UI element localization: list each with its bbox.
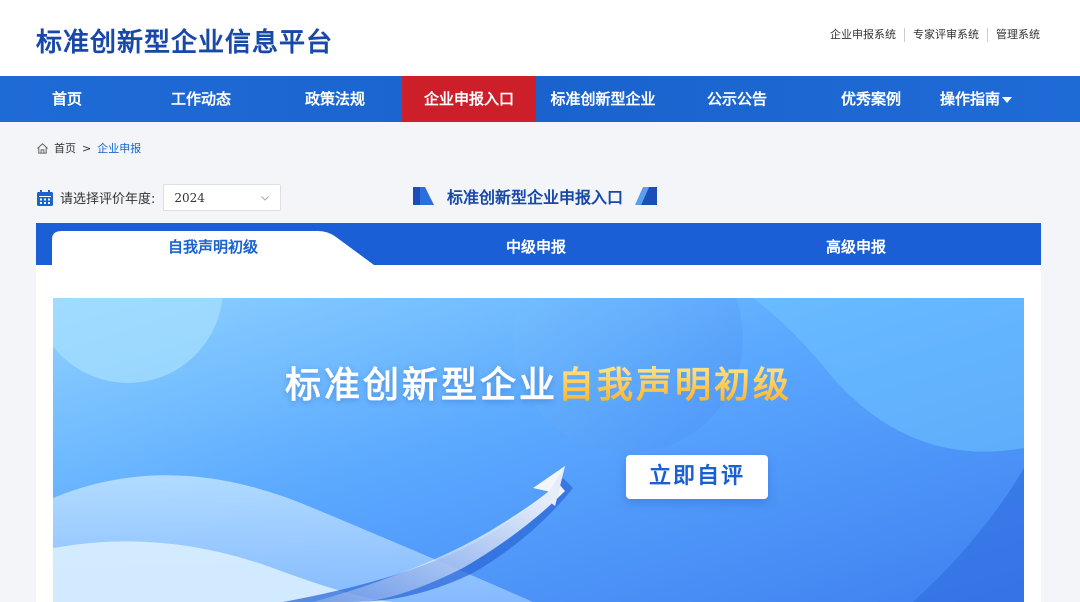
- apply-level-tabs: 自我声明初级 中级申报 高级申报: [36, 223, 1041, 265]
- nav-item-home[interactable]: 首页: [0, 76, 134, 122]
- link-expert-system[interactable]: 专家评审系统: [904, 28, 987, 42]
- breadcrumb-separator: >: [82, 141, 92, 155]
- tab-self-declaration[interactable]: 自我声明初级: [52, 223, 374, 265]
- self-assessment-banner[interactable]: 标准创新型企业自我声明初级 立即自评: [53, 298, 1024, 602]
- caret-down-icon: [1002, 96, 1013, 103]
- breadcrumb-current: 企业申报: [97, 142, 142, 155]
- top-links: 企业申报系统 专家评审系统 管理系统: [830, 28, 1040, 42]
- year-selector-row: 请选择评价年度: 2024: [36, 184, 282, 211]
- banner-title-part1: 标准创新型企业: [284, 365, 558, 406]
- year-select-value: 2024: [174, 190, 205, 205]
- tab-intermediate[interactable]: 中级申报: [456, 223, 616, 265]
- breadcrumb-home[interactable]: 首页: [54, 140, 76, 156]
- link-enterprise-system[interactable]: 企业申报系统: [830, 28, 904, 42]
- site-title[interactable]: 标准创新型企业信息平台: [36, 22, 333, 59]
- title-decoration-left: [413, 187, 434, 205]
- nav-item-apply-entry[interactable]: 企业申报入口: [402, 76, 536, 122]
- nav-item-guide[interactable]: 操作指南: [938, 76, 1014, 122]
- year-label: 请选择评价年度:: [60, 192, 156, 207]
- year-select[interactable]: 2024: [163, 184, 282, 211]
- nav-item-cases[interactable]: 优秀案例: [804, 76, 938, 122]
- link-admin-system[interactable]: 管理系统: [987, 28, 1040, 42]
- title-decoration-right: [635, 187, 658, 205]
- banner-title-part2: 自我声明初级: [558, 365, 793, 406]
- nav-item-announcements[interactable]: 公示公告: [670, 76, 804, 122]
- main-nav: 首页 工作动态 政策法规 企业申报入口 标准创新型企业 公示公告 优秀案例 操作…: [0, 76, 1080, 122]
- section-title-text: 标准创新型企业申报入口: [447, 188, 624, 207]
- nav-item-innovative-enterprises[interactable]: 标准创新型企业: [536, 76, 670, 122]
- site-header: 标准创新型企业信息平台 企业申报系统 专家评审系统 管理系统: [0, 0, 1080, 76]
- breadcrumb: 首页 > 企业申报: [36, 140, 141, 156]
- banner-title: 标准创新型企业自我声明初级: [53, 356, 1024, 408]
- home-icon: [37, 142, 48, 154]
- section-title: 标准创新型企业申报入口: [413, 184, 658, 208]
- chevron-down-icon: [261, 195, 270, 201]
- tab-advanced[interactable]: 高级申报: [776, 223, 936, 265]
- nav-item-news[interactable]: 工作动态: [134, 76, 268, 122]
- nav-guide-label: 操作指南: [940, 90, 1001, 108]
- calendar-icon: [37, 189, 53, 206]
- banner-background: [53, 298, 1024, 602]
- start-self-assessment-button[interactable]: 立即自评: [626, 455, 768, 499]
- nav-item-policy[interactable]: 政策法规: [268, 76, 402, 122]
